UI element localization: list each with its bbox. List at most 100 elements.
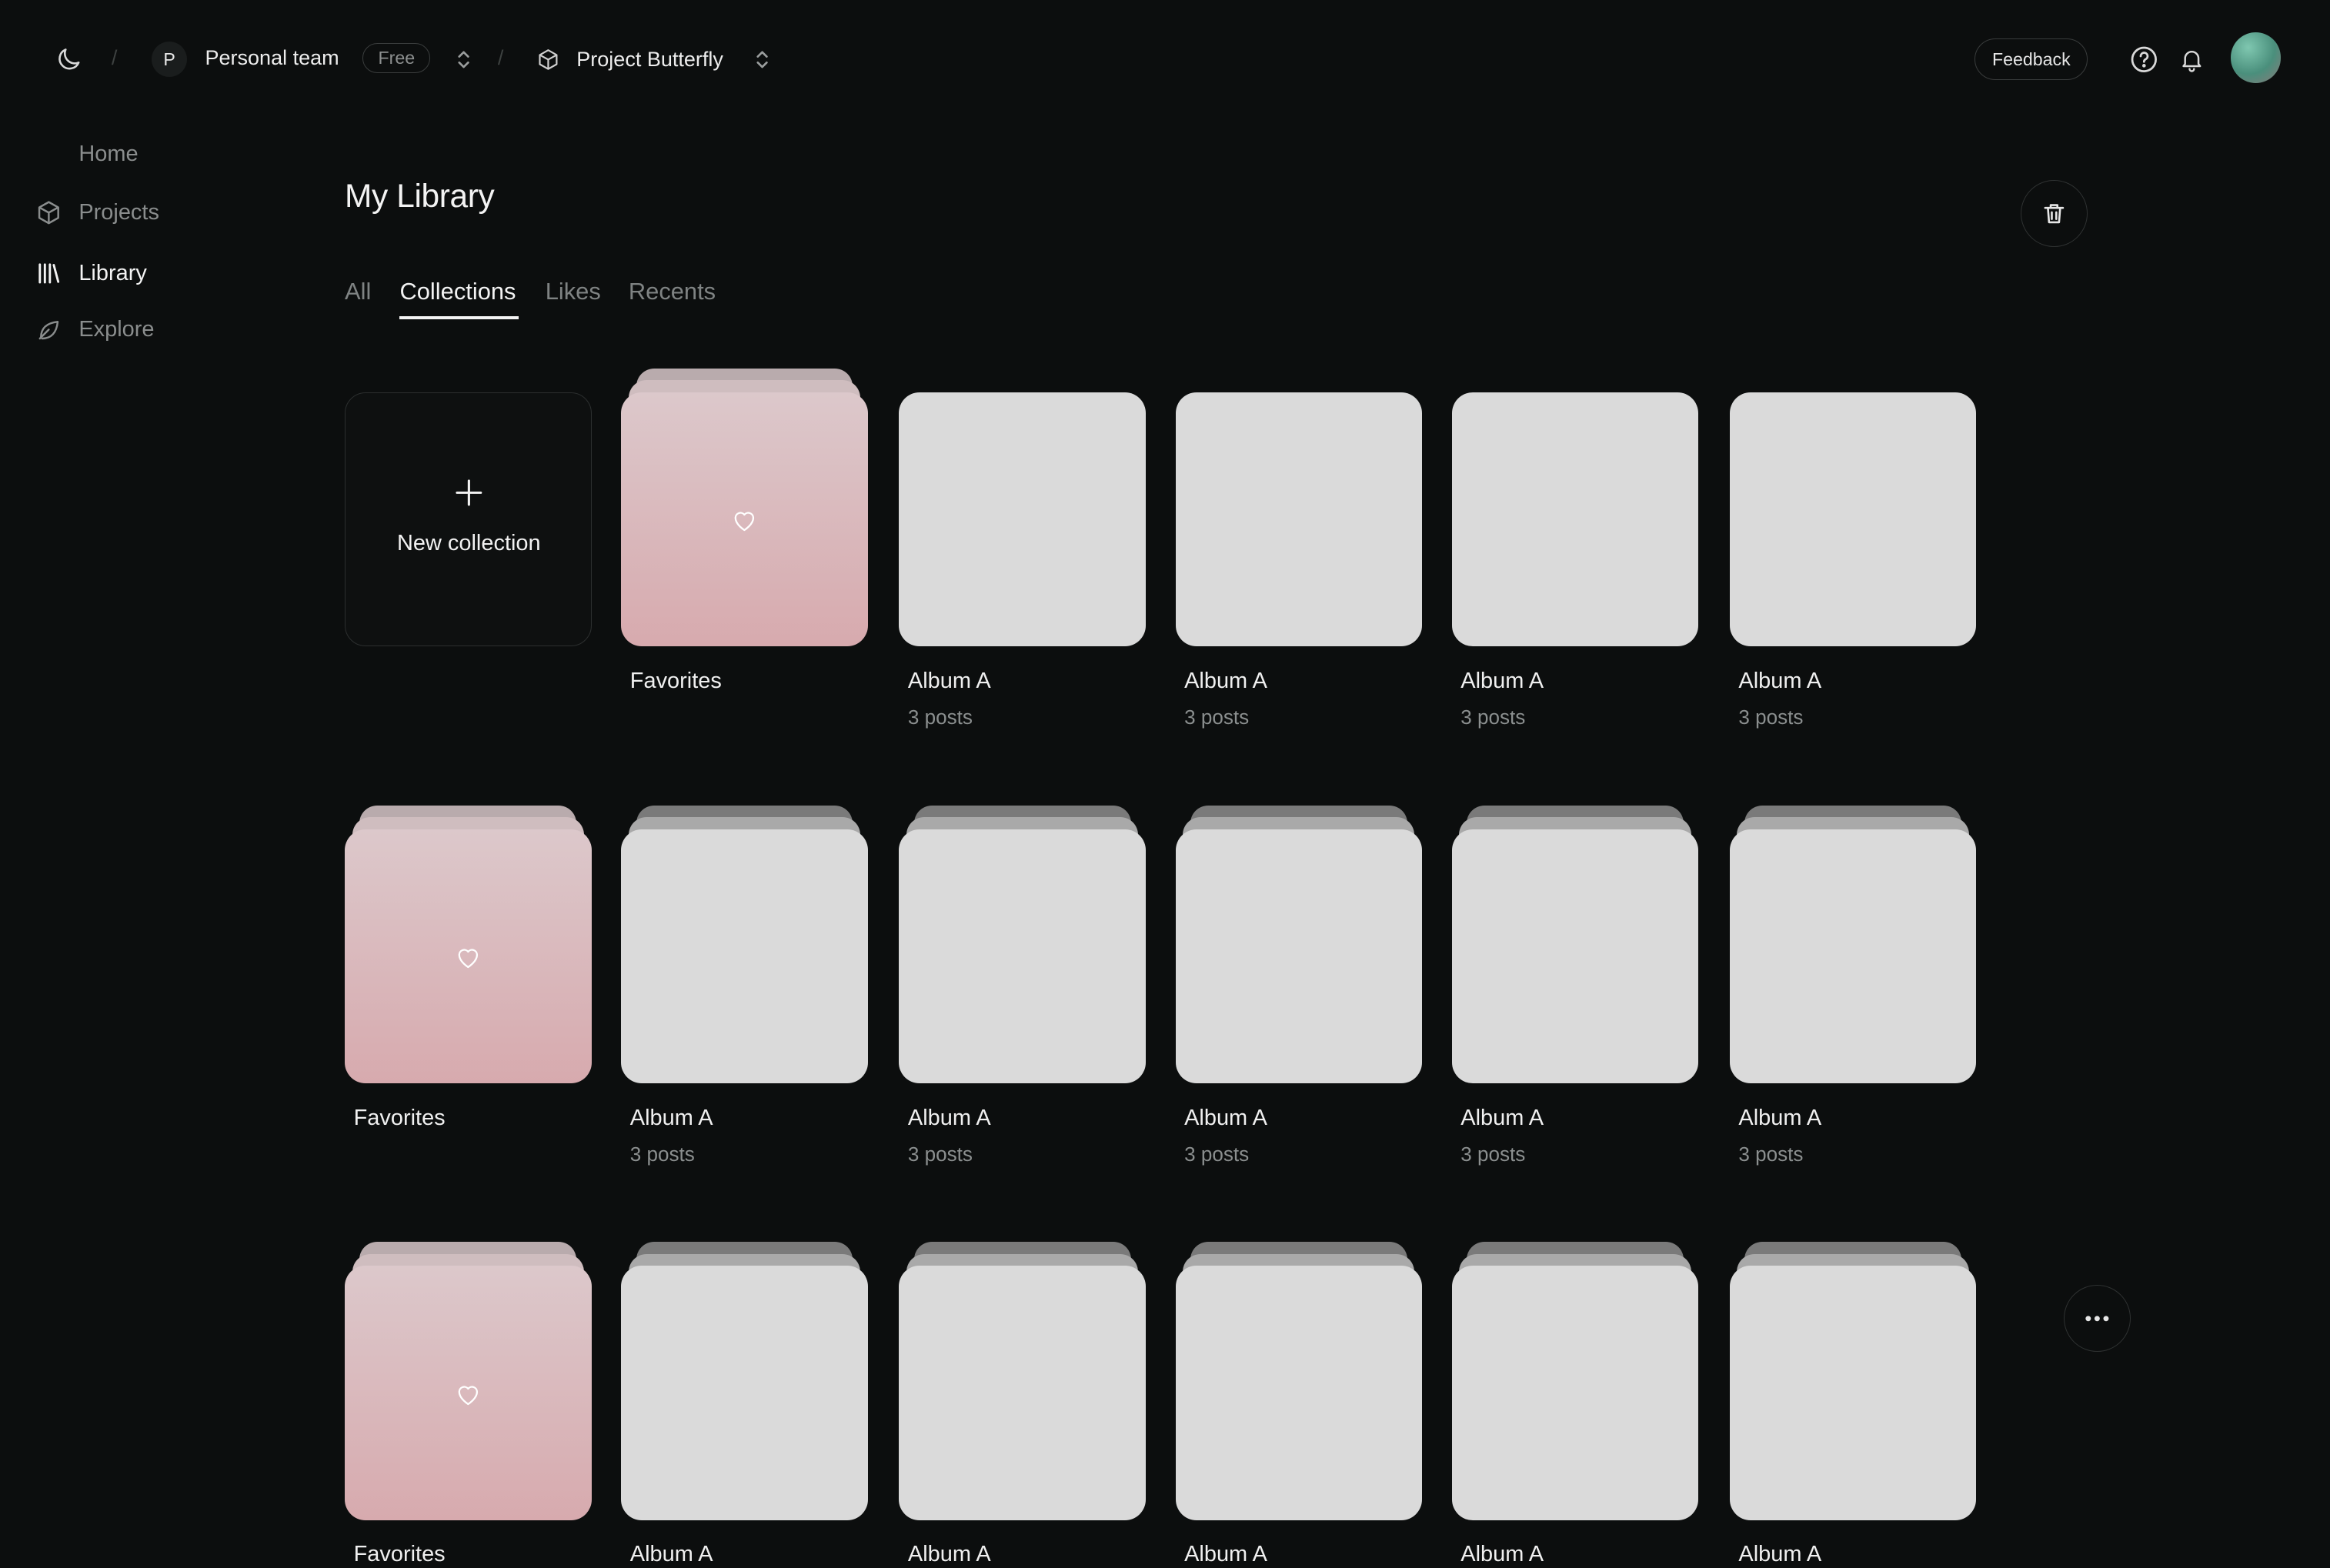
library-icon — [38, 263, 60, 284]
collection-name: Album A — [907, 1105, 991, 1130]
collection-post-count: 3 posts — [1738, 706, 1804, 729]
team-name[interactable]: Personal team — [205, 46, 339, 70]
project-name[interactable]: Project Butterfly — [576, 48, 723, 72]
collection-name: Album A — [1738, 1105, 1822, 1130]
tab-collections[interactable]: Collections — [399, 278, 516, 305]
collection-name: Favorites — [353, 1105, 446, 1130]
tab-all[interactable]: All — [345, 278, 371, 305]
collection-name: Album A — [907, 1542, 991, 1567]
sidebar-item-label: Home — [78, 142, 139, 167]
collection-post-count: 3 posts — [907, 1143, 973, 1166]
collection-thumbnail — [621, 1266, 868, 1520]
collection-name: Album A — [629, 1542, 713, 1567]
heart-icon — [455, 945, 482, 969]
heart-icon — [731, 508, 758, 532]
sidebar-item-explore[interactable]: Explore — [35, 312, 155, 348]
sidebar-item-label: Library — [78, 260, 147, 285]
album-collection-card[interactable]: Album A — [621, 1242, 868, 1567]
help-icon[interactable] — [2129, 45, 2159, 75]
collection-name: Album A — [1184, 1105, 1267, 1130]
album-collection-card[interactable]: Album A — [899, 1242, 1146, 1567]
album-collection-card[interactable]: Album A — [1175, 1242, 1423, 1567]
collection-name: Album A — [1460, 668, 1544, 693]
ellipsis-icon — [2085, 1316, 2109, 1322]
collection-thumbnail — [899, 829, 1146, 1083]
collection-thumbnail — [1729, 829, 1977, 1083]
collection-thumbnail — [899, 1266, 1146, 1520]
collection-post-count: 3 posts — [1738, 1143, 1804, 1166]
collection-post-count: 3 posts — [1460, 706, 1526, 729]
album-collection-card[interactable]: Album A — [1729, 1242, 1977, 1567]
sidebar-item-library[interactable]: Library — [35, 255, 147, 291]
collection-thumbnail — [1451, 829, 1699, 1083]
favorites-collection-card[interactable]: Favorites — [345, 1242, 592, 1567]
sidebar-item-label: Projects — [78, 199, 159, 225]
collection-post-count: 3 posts — [1460, 1143, 1526, 1166]
cube-icon — [38, 201, 60, 225]
team-avatar[interactable]: P — [151, 42, 188, 78]
top-bar: / P Personal team Free / Project Butterf… — [0, 0, 2330, 118]
delete-button[interactable] — [2021, 179, 2088, 247]
album-collection-card[interactable]: Album A 3 posts — [1729, 369, 1977, 755]
collection-thumbnail — [1451, 392, 1699, 647]
collection-name: Album A — [1184, 668, 1267, 693]
album-collection-card[interactable]: Album A 3 posts — [1729, 805, 1977, 1192]
favorites-collection-card[interactable]: Favorites — [345, 805, 592, 1192]
album-collection-card[interactable]: Album A 3 posts — [621, 805, 868, 1192]
album-collection-card[interactable]: Album A 3 posts — [1175, 805, 1423, 1192]
home-icon-placeholder — [35, 141, 62, 168]
more-options-button[interactable] — [2064, 1285, 2131, 1353]
album-collection-card[interactable]: Album A 3 posts — [899, 369, 1146, 755]
app-window: / P Personal team Free / Project Butterf… — [0, 0, 2330, 1568]
collection-thumbnail — [1729, 392, 1977, 647]
collection-post-count: 3 posts — [907, 706, 973, 729]
tab-recents[interactable]: Recents — [629, 278, 716, 305]
collection-name: Album A — [1738, 668, 1822, 693]
user-avatar[interactable] — [2230, 32, 2282, 84]
collection-post-count: 3 posts — [1184, 1143, 1250, 1166]
collection-thumbnail — [899, 392, 1146, 647]
collection-name: Album A — [907, 668, 991, 693]
collection-thumbnail — [345, 829, 592, 1083]
new-collection-label: New collection — [396, 531, 541, 556]
feedback-button[interactable]: Feedback — [1974, 38, 2088, 81]
bell-icon[interactable] — [2178, 45, 2205, 75]
album-collection-card[interactable]: Album A 3 posts — [1451, 369, 1699, 755]
collection-name: Album A — [1460, 1105, 1544, 1130]
breadcrumb-separator: / — [111, 45, 118, 69]
collection-thumbnail — [1175, 392, 1423, 647]
team-switcher-chevrons-icon[interactable] — [455, 48, 472, 72]
collection-name: Favorites — [353, 1542, 446, 1567]
collection-thumbnail — [345, 1266, 592, 1520]
sidebar-item-projects[interactable]: Projects — [35, 195, 159, 230]
album-collection-card[interactable]: Album A 3 posts — [1451, 805, 1699, 1192]
active-tab-indicator — [399, 316, 519, 320]
album-collection-card[interactable]: Album A 3 posts — [899, 805, 1146, 1192]
collection-thumbnail — [621, 392, 868, 647]
album-collection-card[interactable]: Album A 3 posts — [1175, 369, 1423, 755]
collection-post-count: 3 posts — [1184, 706, 1250, 729]
collection-thumbnail — [1451, 1266, 1699, 1520]
tab-likes[interactable]: Likes — [546, 278, 601, 305]
trash-icon — [2044, 203, 2065, 223]
collection-name: Album A — [1738, 1542, 1822, 1567]
collection-thumbnail — [1175, 829, 1423, 1083]
collection-post-count: 3 posts — [629, 1143, 695, 1166]
collection-name: Album A — [1184, 1542, 1267, 1567]
album-collection-card[interactable]: Album A — [1451, 1242, 1699, 1567]
favorites-collection-card[interactable]: Favorites — [621, 368, 868, 755]
collection-thumbnail — [1175, 1266, 1423, 1520]
moon-icon[interactable] — [54, 45, 84, 75]
sidebar-item-home[interactable]: Home — [35, 137, 138, 172]
project-switcher-chevrons-icon[interactable] — [753, 48, 771, 72]
new-collection-button[interactable]: New collection — [345, 392, 592, 647]
plus-icon — [456, 479, 482, 506]
heart-icon — [455, 1382, 482, 1406]
collection-name: Album A — [629, 1105, 713, 1130]
leaf-icon — [38, 321, 59, 340]
sidebar-item-label: Explore — [78, 317, 155, 342]
cube-icon — [539, 48, 558, 70]
collection-name: Favorites — [629, 668, 722, 693]
breadcrumb-separator: / — [497, 45, 504, 69]
collection-name: Album A — [1460, 1542, 1544, 1567]
